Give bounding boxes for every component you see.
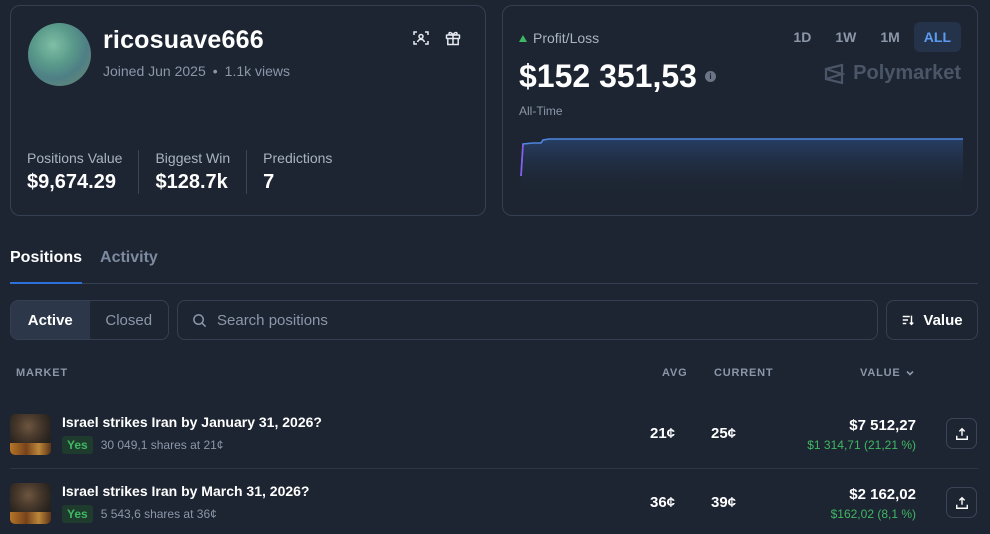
gift-icon[interactable] bbox=[443, 28, 463, 48]
pnl-chart bbox=[520, 138, 963, 196]
scan-icon[interactable] bbox=[411, 28, 431, 48]
tab-positions[interactable]: Positions bbox=[10, 246, 83, 284]
stat-value: $9,674.29 bbox=[27, 171, 116, 193]
avatar[interactable] bbox=[28, 23, 91, 86]
share-button[interactable] bbox=[946, 487, 977, 518]
sort-icon bbox=[903, 315, 915, 326]
value-amount: $2 162,02 bbox=[849, 486, 916, 503]
view-count: 1.1k views bbox=[224, 63, 291, 79]
pnl-amount: $152 351,53 bbox=[519, 58, 697, 94]
profile-stats: Positions Value $9,674.29 Biggest Win $1… bbox=[27, 150, 364, 194]
market-thumbnail bbox=[10, 483, 51, 524]
segment-active[interactable]: Active bbox=[11, 301, 90, 339]
market-thumbnail bbox=[10, 414, 51, 455]
polymarket-logo-icon bbox=[825, 63, 846, 84]
pnl-card: Profit/Loss $152 351,53 i All-Time 1D 1W… bbox=[502, 5, 978, 216]
sort-button[interactable]: Value bbox=[886, 300, 978, 340]
pnl-value: $152 351,53 i bbox=[519, 58, 716, 95]
stat-label: Predictions bbox=[263, 150, 333, 166]
market-title[interactable]: Israel strikes Iran by January 31, 2026? bbox=[62, 414, 322, 430]
position-value: $2 162,02 $162,02 (8,1 %) bbox=[831, 486, 916, 521]
shares-text: 5 543,6 shares at 36¢ bbox=[100, 507, 217, 521]
main-tabs: Positions Activity bbox=[10, 246, 978, 284]
value-amount: $7 512,27 bbox=[849, 417, 916, 434]
header-avg: AVG bbox=[662, 367, 688, 379]
stat-label: Positions Value bbox=[27, 150, 123, 166]
position-value: $7 512,27 $1 314,71 (21,21 %) bbox=[807, 417, 916, 452]
stat-predictions: Predictions 7 bbox=[263, 150, 348, 194]
tab-activity[interactable]: Activity bbox=[100, 246, 158, 284]
timeframe-1m[interactable]: 1M bbox=[870, 22, 909, 52]
chevron-down-icon bbox=[906, 370, 915, 376]
brand-name: Polymarket bbox=[853, 62, 961, 84]
timeframe-1d[interactable]: 1D bbox=[783, 22, 821, 52]
segment-closed[interactable]: Closed bbox=[90, 301, 169, 339]
table-row[interactable]: Israel strikes Iran by March 31, 2026? Y… bbox=[10, 468, 978, 534]
search-box bbox=[177, 300, 878, 340]
shares-text: 30 049,1 shares at 21¢ bbox=[100, 438, 224, 452]
outcome-badge: Yes bbox=[62, 436, 93, 454]
outcome-badge: Yes bbox=[62, 505, 93, 523]
pnl-label: Profit/Loss bbox=[519, 30, 599, 46]
pnl-label-text: Profit/Loss bbox=[533, 30, 600, 46]
search-input[interactable] bbox=[217, 311, 857, 329]
username: ricosuave666 bbox=[103, 26, 264, 54]
joined-date: Joined Jun 2025 bbox=[103, 63, 206, 79]
separator-dot: • bbox=[212, 63, 218, 79]
profile-meta: Joined Jun 2025 • 1.1k views bbox=[103, 63, 290, 79]
timeframe-1w[interactable]: 1W bbox=[825, 22, 866, 52]
header-current: CURRENT bbox=[714, 367, 774, 379]
avg-price: 21¢ bbox=[650, 425, 676, 442]
stat-label: Biggest Win bbox=[155, 150, 231, 166]
info-icon[interactable]: i bbox=[704, 71, 716, 82]
stat-biggest-win: Biggest Win $128.7k bbox=[155, 150, 248, 194]
position-details: Yes 5 543,6 shares at 36¢ bbox=[62, 505, 217, 523]
timeframe-all[interactable]: ALL bbox=[913, 22, 961, 52]
position-details: Yes 30 049,1 shares at 21¢ bbox=[62, 436, 223, 454]
profile-card: ricosuave666 Joined Jun 2025 • 1.1k views … bbox=[10, 5, 486, 216]
current-price: 39¢ bbox=[711, 494, 737, 511]
avg-price: 36¢ bbox=[650, 494, 676, 511]
share-icon bbox=[955, 496, 968, 509]
stat-value: 7 bbox=[263, 171, 275, 193]
polymarket-brand: Polymarket bbox=[823, 62, 961, 85]
market-title[interactable]: Israel strikes Iran by March 31, 2026? bbox=[62, 483, 309, 499]
pnl-area bbox=[521, 139, 963, 196]
stat-value: $128.7k bbox=[155, 171, 228, 193]
header-value[interactable]: VALUE bbox=[860, 367, 915, 379]
search-icon bbox=[193, 313, 207, 327]
share-icon bbox=[955, 427, 968, 440]
header-value-label: VALUE bbox=[860, 367, 901, 379]
timeframe-tabs: 1D 1W 1M ALL bbox=[783, 22, 961, 52]
triangle-up-icon bbox=[519, 34, 527, 42]
share-button[interactable] bbox=[946, 418, 977, 449]
table-row[interactable]: Israel strikes Iran by January 31, 2026?… bbox=[10, 400, 978, 468]
status-segmented-control: Active Closed bbox=[10, 300, 169, 340]
sort-label: Value bbox=[923, 311, 963, 329]
current-price: 25¢ bbox=[711, 425, 737, 442]
header-market: MARKET bbox=[16, 367, 68, 379]
stat-positions-value: Positions Value $9,674.29 bbox=[27, 150, 140, 194]
value-change: $1 314,71 (21,21 %) bbox=[807, 438, 916, 452]
value-change: $162,02 (8,1 %) bbox=[830, 507, 916, 521]
pnl-range: All-Time bbox=[519, 104, 563, 118]
